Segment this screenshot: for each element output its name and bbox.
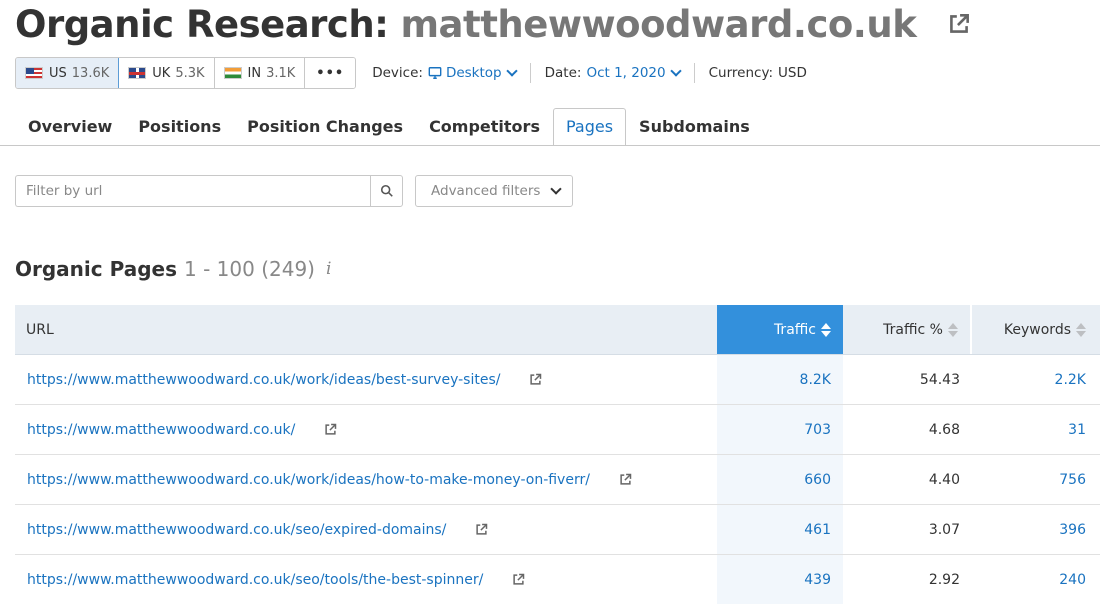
column-header-label: Traffic % <box>883 321 943 338</box>
column-header-traffic-percent[interactable]: Traffic % <box>843 305 972 354</box>
filter-by-url-input[interactable] <box>15 175 370 207</box>
external-link-icon[interactable] <box>474 522 489 537</box>
date-label: Date: <box>544 65 582 81</box>
date-selector[interactable]: Date: Oct 1, 2020 <box>544 64 682 81</box>
divider <box>529 63 531 83</box>
info-icon[interactable]: i <box>326 259 331 279</box>
more-databases-button[interactable]: ••• <box>305 58 356 88</box>
traffic-percent-value: 4.40 <box>928 471 960 488</box>
database-count: 13.6K <box>71 65 110 81</box>
page-url-link[interactable]: https://www.matthewwoodward.co.uk/work/i… <box>27 372 500 388</box>
chevron-down-icon <box>550 182 563 195</box>
page-url-link[interactable]: https://www.matthewwoodward.co.uk/seo/to… <box>27 572 483 588</box>
tab-subdomains[interactable]: Subdomains <box>626 108 763 146</box>
tab-position-changes[interactable]: Position Changes <box>234 108 416 146</box>
keywords-value[interactable]: 756 <box>972 455 1100 504</box>
database-count: 3.1K <box>266 65 296 81</box>
traffic-value[interactable]: 660 <box>717 455 843 504</box>
column-header-traffic[interactable]: Traffic <box>717 305 843 354</box>
currency-value: USD <box>778 65 807 81</box>
section-name: Organic Pages <box>15 257 177 281</box>
tab-overview[interactable]: Overview <box>15 108 125 146</box>
external-link-icon[interactable] <box>511 572 526 587</box>
page-title: Organic Research: matthewwoodward.co.uk <box>15 2 972 46</box>
keywords-value[interactable]: 240 <box>972 555 1100 604</box>
column-header-url: URL <box>26 321 54 338</box>
search-icon <box>380 184 393 197</box>
traffic-value[interactable]: 703 <box>717 405 843 454</box>
keywords-value[interactable]: 2.2K <box>972 355 1100 404</box>
currency-label: Currency: <box>708 65 774 81</box>
database-code: IN <box>247 65 262 81</box>
filter-bar: Advanced filters <box>15 175 574 207</box>
database-uk-button[interactable]: UK 5.3K <box>119 58 215 88</box>
uk-flag-icon <box>128 67 147 79</box>
in-flag-icon <box>223 67 242 79</box>
page-url-link[interactable]: https://www.matthewwoodward.co.uk/work/i… <box>27 472 590 488</box>
date-value: Oct 1, 2020 <box>586 65 666 81</box>
table-row: https://www.matthewwoodward.co.uk/ 703 4… <box>15 405 1100 455</box>
tab-pages[interactable]: Pages <box>552 108 627 146</box>
section-heading: Organic Pages 1 - 100 (249) i <box>15 255 331 283</box>
device-value: Desktop <box>445 65 502 81</box>
report-tabs: Overview Positions Position Changes Comp… <box>15 108 763 146</box>
organic-pages-table: URL Traffic Traffic % Keywords https://w… <box>15 305 1100 604</box>
external-link-icon[interactable] <box>946 11 972 37</box>
traffic-percent-value: 3.07 <box>928 521 960 538</box>
database-bar: US 13.6K UK 5.3K IN 3.1K ••• Device: Des… <box>15 57 807 89</box>
column-header-label: Keywords <box>1003 321 1071 338</box>
external-link-icon[interactable] <box>528 372 543 387</box>
traffic-value[interactable]: 439 <box>717 555 843 604</box>
tab-competitors[interactable]: Competitors <box>416 108 553 146</box>
table-row: https://www.matthewwoodward.co.uk/work/i… <box>15 455 1100 505</box>
column-header-label: Traffic <box>773 321 816 338</box>
database-us-button[interactable]: US 13.6K <box>16 58 120 88</box>
table-row: https://www.matthewwoodward.co.uk/seo/to… <box>15 555 1100 604</box>
database-count: 5.3K <box>175 65 205 81</box>
table-header: URL Traffic Traffic % Keywords <box>15 305 1100 355</box>
database-in-button[interactable]: IN 3.1K <box>214 58 306 88</box>
advanced-filters-button[interactable]: Advanced filters <box>415 175 574 207</box>
page-title-label: Organic Research: <box>15 2 389 46</box>
traffic-percent-value: 54.43 <box>919 371 960 388</box>
traffic-value[interactable]: 8.2K <box>717 355 843 404</box>
page-title-domain: matthewwoodward.co.uk <box>400 2 917 46</box>
advanced-filters-label: Advanced filters <box>431 183 541 199</box>
traffic-value[interactable]: 461 <box>717 505 843 554</box>
database-code: US <box>49 65 67 81</box>
column-header-keywords[interactable]: Keywords <box>972 305 1100 354</box>
keywords-value[interactable]: 31 <box>972 405 1100 454</box>
sort-icon <box>1076 322 1086 337</box>
page-url-link[interactable]: https://www.matthewwoodward.co.uk/seo/ex… <box>27 522 446 538</box>
external-link-icon[interactable] <box>618 472 633 487</box>
device-selector[interactable]: Device: Desktop <box>372 64 518 81</box>
table-row: https://www.matthewwoodward.co.uk/seo/ex… <box>15 505 1100 555</box>
us-flag-icon <box>25 67 43 79</box>
search-button[interactable] <box>370 175 403 207</box>
external-link-icon[interactable] <box>323 422 338 437</box>
sort-icon <box>821 322 831 337</box>
result-range: 1 - 100 (249) <box>184 257 315 281</box>
page-url-link[interactable]: https://www.matthewwoodward.co.uk/ <box>27 422 295 438</box>
table-row: https://www.matthewwoodward.co.uk/work/i… <box>15 355 1100 405</box>
database-selector: US 13.6K UK 5.3K IN 3.1K ••• <box>15 57 357 89</box>
tabs-divider <box>0 145 1100 146</box>
traffic-percent-value: 2.92 <box>928 571 960 588</box>
monitor-icon <box>428 67 442 79</box>
keywords-value[interactable]: 396 <box>972 505 1100 554</box>
currency-display: Currency: USD <box>709 65 807 81</box>
sort-icon <box>948 322 958 337</box>
database-code: UK <box>152 65 171 81</box>
device-label: Device: <box>372 65 423 81</box>
divider <box>693 63 695 83</box>
tab-positions[interactable]: Positions <box>125 108 234 146</box>
traffic-percent-value: 4.68 <box>928 421 960 438</box>
